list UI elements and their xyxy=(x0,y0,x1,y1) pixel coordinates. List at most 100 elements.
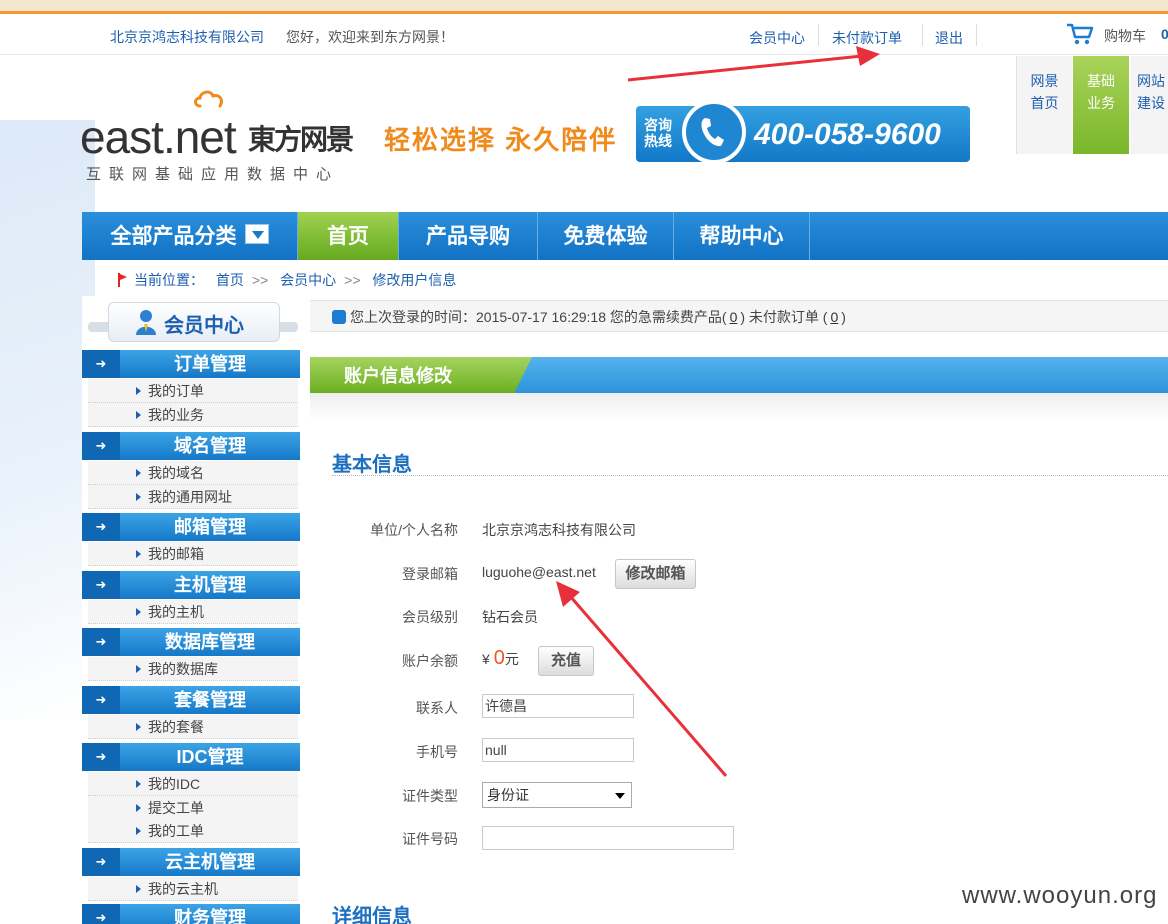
sidebar-group-hosting[interactable]: ➜ 主机管理 xyxy=(82,571,300,599)
sidebar-item-my-idc[interactable]: 我的IDC xyxy=(88,772,298,796)
sidebar-item-my-business[interactable]: 我的业务 xyxy=(88,403,298,427)
nav-home[interactable]: 首页 xyxy=(298,212,399,260)
arrow-right-icon: ➜ xyxy=(82,513,120,541)
sidebar-item-my-keywords[interactable]: 我的通用网址 xyxy=(88,485,298,509)
sidebar-group-domains[interactable]: ➜ 域名管理 xyxy=(82,432,300,460)
arrow-right-icon: ➜ xyxy=(82,628,120,656)
sidebar-group-label: 订单管理 xyxy=(174,354,246,374)
logo-text[interactable]: east.net xyxy=(80,110,237,164)
login-email-label: 登录邮箱 xyxy=(402,566,458,582)
shopping-cart-icon[interactable] xyxy=(1066,22,1094,46)
breadcrumb-home[interactable]: 首页 xyxy=(216,272,244,288)
mobile-input[interactable] xyxy=(482,738,634,762)
sidebar-item-label: 我的域名 xyxy=(148,465,204,481)
sidebar-group-idc[interactable]: ➜ IDC管理 xyxy=(82,743,300,771)
sidebar-item-my-cloud-host[interactable]: 我的云主机 xyxy=(88,877,298,901)
basic-info-heading: 基本信息 xyxy=(332,454,412,476)
sidebar-group-packages[interactable]: ➜ 套餐管理 xyxy=(82,686,300,714)
top-divider xyxy=(922,24,923,46)
sidebar-group-cloud-host[interactable]: ➜ 云主机管理 xyxy=(82,848,300,876)
nav-help-center[interactable]: 帮助中心 xyxy=(674,212,810,260)
sidebar-header: 会员中心 xyxy=(88,296,298,348)
sidebar-group-label: 域名管理 xyxy=(174,436,246,456)
arrow-right-icon: ➜ xyxy=(82,432,120,460)
all-products-menu[interactable]: 全部产品分类 xyxy=(82,212,298,260)
sidebar-item-my-package[interactable]: 我的套餐 xyxy=(88,715,298,739)
cloud-logo-icon xyxy=(194,90,223,108)
nav-free-trial[interactable]: 免费体验 xyxy=(538,212,674,260)
sidebar-group-mailbox[interactable]: ➜ 邮箱管理 xyxy=(82,513,300,541)
arrow-right-icon: ➜ xyxy=(82,686,120,714)
nav-product-guide[interactable]: 产品导购 xyxy=(399,212,538,260)
login-email-value: luguohe@east.net xyxy=(482,564,596,580)
sidebar-group-label: 数据库管理 xyxy=(165,632,255,652)
unpaid-count-link[interactable]: 0 xyxy=(827,309,841,325)
breadcrumb: 当前位置： 首页 >> 会员中心 >> 修改用户信息 xyxy=(118,270,464,290)
id-number-input[interactable] xyxy=(482,826,734,850)
company-label: 单位/个人名称 xyxy=(370,522,458,538)
sidebar-item-my-mailbox[interactable]: 我的邮箱 xyxy=(88,542,298,566)
chat-icon xyxy=(332,310,346,324)
recharge-button[interactable]: 充值 xyxy=(538,646,594,676)
unpaid-orders-link[interactable]: 未付款订单 xyxy=(832,28,902,48)
sidebar-item-my-database[interactable]: 我的数据库 xyxy=(88,657,298,681)
notice-middle: ) 未付款订单 ( xyxy=(740,309,828,325)
breadcrumb-separator: >> xyxy=(251,272,269,288)
nav-tab-home-line2: 首页 xyxy=(1030,95,1059,111)
notice-prefix: 您上次登录的时间：2015-07-17 16:29:18 您的急需续费产品( xyxy=(350,309,727,325)
arrow-right-icon: ➜ xyxy=(82,350,120,378)
sidebar-group-orders[interactable]: ➜ 订单管理 xyxy=(82,350,300,378)
top-company-name: 北京京鸿志科技有限公司 xyxy=(110,29,264,45)
sidebar-group-label: 套餐管理 xyxy=(174,690,246,710)
sidebar-group-finance[interactable]: ➜ 财务管理 xyxy=(82,904,300,924)
sidebar: 会员中心 ➜ 订单管理 我的订单 我的业务 ➜ 域名管理 我的域名 我的通用网址 ➜… xyxy=(82,296,300,924)
sidebar-item-my-domains[interactable]: 我的域名 xyxy=(88,461,298,485)
annotation-arrow-top xyxy=(627,54,863,82)
cart-label[interactable]: 购物车 xyxy=(1104,26,1146,46)
flag-icon xyxy=(118,273,127,287)
sidebar-group-label: 主机管理 xyxy=(174,575,246,595)
sidebar-item-my-host[interactable]: 我的主机 xyxy=(88,600,298,624)
logo-subtitle: 互联网基础应用数据中心 xyxy=(86,166,340,183)
background-swoosh xyxy=(0,120,95,720)
cart-count: 0 xyxy=(1161,26,1168,42)
top-bar: 北京京鸿志科技有限公司 您好，欢迎来到东方网景！ 会员中心 未付款订单 退出 购… xyxy=(0,17,1168,55)
breadcrumb-member-center[interactable]: 会员中心 xyxy=(280,272,336,288)
sidebar-item-label: 提交工单 xyxy=(148,800,204,816)
hotline-banner: 咨询热线 400-058-9600 xyxy=(636,100,970,164)
id-type-select[interactable]: 身份证 xyxy=(482,782,632,808)
dropdown-arrow-icon[interactable] xyxy=(244,224,269,245)
logout-link[interactable]: 退出 xyxy=(935,28,963,48)
last-login-notice: 您上次登录的时间：2015-07-17 16:29:18 您的急需续费产品(0)… xyxy=(310,300,1168,332)
watermark: www.wooyun.org xyxy=(962,882,1158,909)
breadcrumb-current: 修改用户信息 xyxy=(372,272,457,288)
sidebar-group-database[interactable]: ➜ 数据库管理 xyxy=(82,628,300,656)
mobile-label: 手机号 xyxy=(416,744,458,760)
member-level-value: 钻石会员 xyxy=(482,609,538,625)
sidebar-item-label: 我的IDC xyxy=(148,776,201,792)
contact-input[interactable] xyxy=(482,694,634,718)
sidebar-item-my-orders[interactable]: 我的订单 xyxy=(88,379,298,403)
nav-tab-home[interactable]: 网景 首页 xyxy=(1016,56,1072,154)
nav-tab-site-line2: 建设 xyxy=(1137,95,1165,111)
arrow-right-icon: ➜ xyxy=(82,848,120,876)
chevron-down-icon xyxy=(615,793,625,799)
breadcrumb-separator: >> xyxy=(344,272,361,288)
contact-label: 联系人 xyxy=(416,700,458,716)
nav-tab-site-building[interactable]: 网站 建设 xyxy=(1131,56,1168,154)
nav-tab-basic-services[interactable]: 基础 业务 xyxy=(1073,56,1129,154)
renew-count-link[interactable]: 0 xyxy=(727,309,741,325)
sidebar-item-my-tickets[interactable]: 我的工单 xyxy=(88,819,298,843)
hotline-number: 400-058-9600 xyxy=(754,118,941,151)
top-welcome-text: 您好，欢迎来到东方网景！ xyxy=(286,29,454,45)
change-email-button[interactable]: 修改邮箱 xyxy=(615,559,696,589)
member-center-link[interactable]: 会员中心 xyxy=(749,28,805,48)
currency-symbol: ¥ xyxy=(482,651,490,667)
arrow-right-icon: ➜ xyxy=(82,743,120,771)
sidebar-title: 会员中心 xyxy=(164,315,244,337)
top-divider xyxy=(818,24,819,46)
page: 北京京鸿志科技有限公司 您好，欢迎来到东方网景！ 会员中心 未付款订单 退出 购… xyxy=(0,0,1168,924)
sidebar-item-submit-ticket[interactable]: 提交工单 xyxy=(88,796,298,820)
nav-tab-home-line1: 网景 xyxy=(1030,73,1059,89)
slogan: 轻松选择 永久陪伴 xyxy=(384,125,618,155)
